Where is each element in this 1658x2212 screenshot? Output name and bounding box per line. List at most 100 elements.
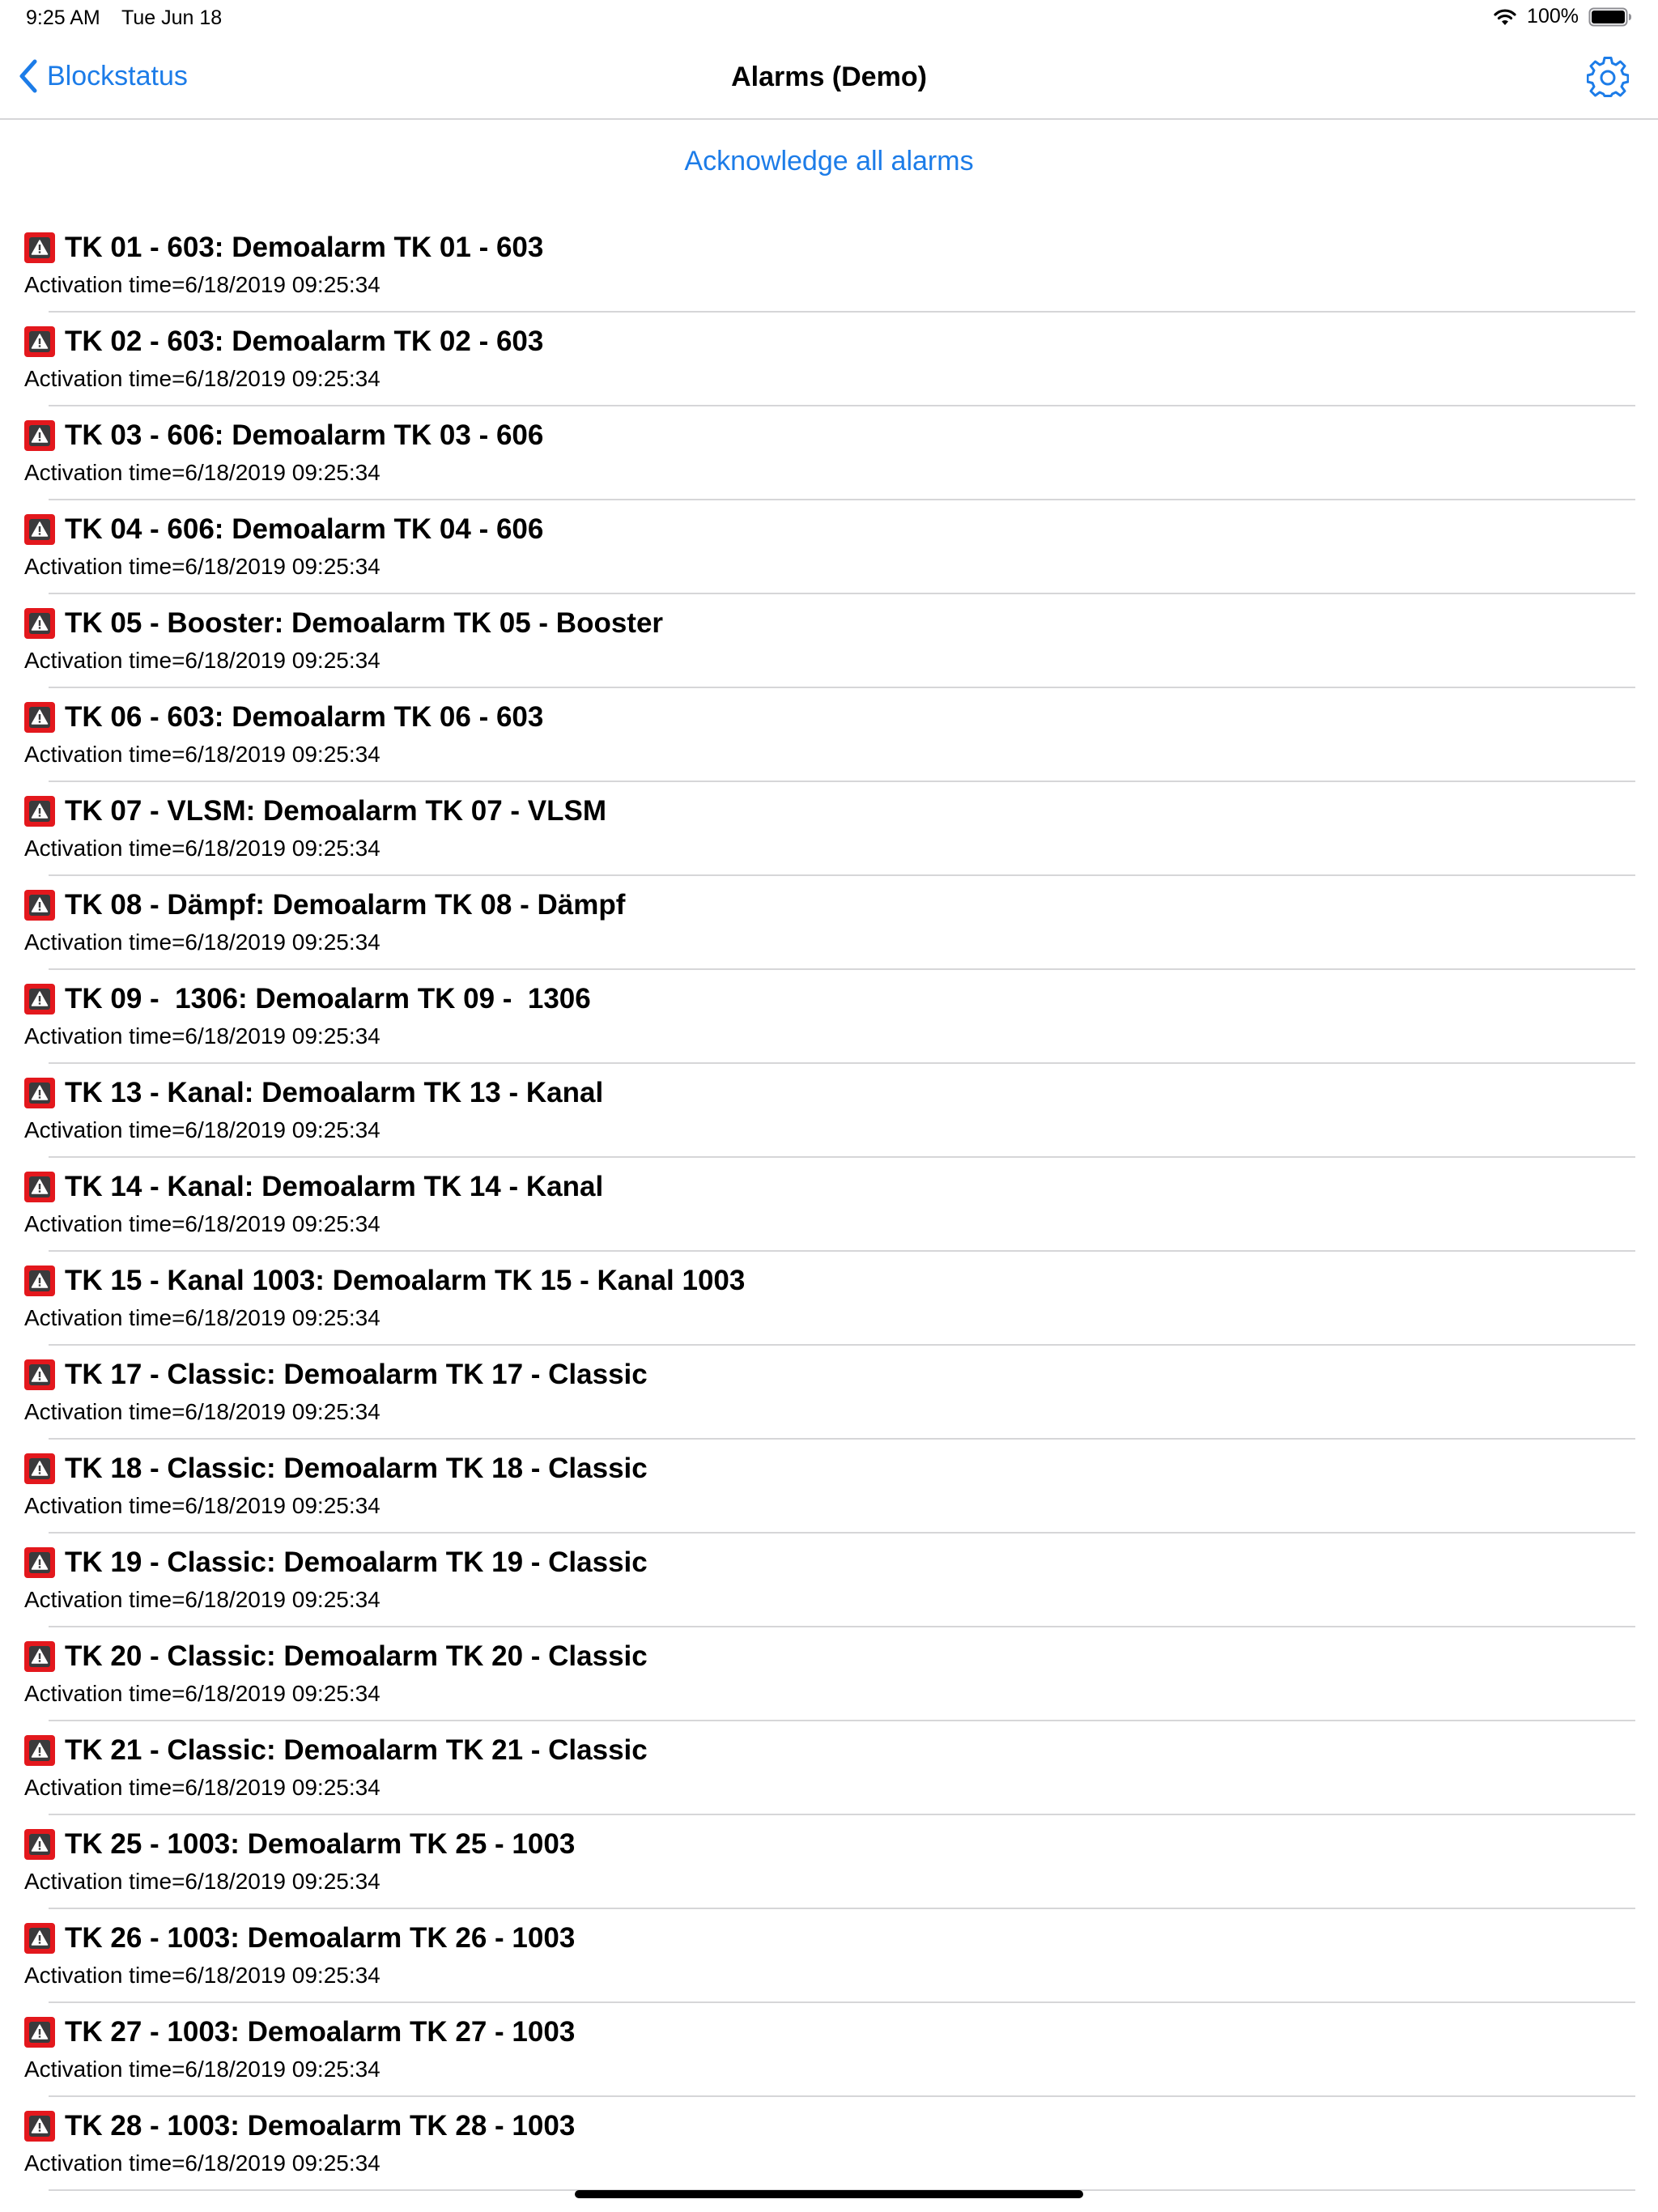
alarm-activation-time: Activation time=6/18/2019 09:25:34: [24, 272, 380, 297]
alarm-title: TK 02 - 603: Demoalarm TK 02 - 603: [65, 325, 544, 357]
alarm-activation-time: Activation time=6/18/2019 09:25:34: [24, 836, 380, 861]
settings-button[interactable]: [1587, 57, 1629, 99]
alarm-row[interactable]: TK 03 - 606: Demoalarm TK 03 - 606 Activa…: [0, 406, 1658, 500]
alarm-title-line: TK 21 - Classic: Demoalarm TK 21 - Class…: [24, 1734, 648, 1767]
alarm-title-line: TK 17 - Classic: Demoalarm TK 17 - Class…: [24, 1359, 648, 1391]
alarm-row[interactable]: TK 17 - Classic: Demoalarm TK 17 - Class…: [0, 1346, 1658, 1440]
alarm-row[interactable]: TK 18 - Classic: Demoalarm TK 18 - Class…: [0, 1440, 1658, 1534]
alarm-title-line: TK 05 - Booster: Demoalarm TK 05 - Boost…: [24, 607, 663, 640]
alarm-activation-time: Activation time=6/18/2019 09:25:34: [24, 1493, 380, 1518]
alarm-row[interactable]: TK 13 - Kanal: Demoalarm TK 13 - Kanal Ac…: [0, 1064, 1658, 1158]
alarm-activation-time: Activation time=6/18/2019 09:25:34: [24, 366, 380, 391]
alarm-title: TK 09 - 1306: Demoalarm TK 09 - 1306: [65, 983, 591, 1015]
status-time: 9:25 AM: [26, 6, 100, 29]
warning-icon: [24, 1453, 55, 1484]
alarm-activation-time: Activation time=6/18/2019 09:25:34: [24, 1869, 380, 1894]
alarm-title-line: TK 04 - 606: Demoalarm TK 04 - 606: [24, 513, 543, 546]
warning-icon: [24, 420, 55, 451]
status-date: Tue Jun 18: [121, 6, 223, 29]
alarm-title-line: TK 28 - 1003: Demoalarm TK 28 - 1003: [24, 2110, 575, 2142]
warning-icon: [24, 2017, 55, 2048]
alarm-activation-time: Activation time=6/18/2019 09:25:34: [24, 1399, 380, 1424]
alarm-title: TK 20 - Classic: Demoalarm TK 20 - Class…: [65, 1640, 648, 1672]
acknowledge-all-container: Acknowledge all alarms: [0, 146, 1658, 177]
alarm-row[interactable]: TK 15 - Kanal 1003: Demoalarm TK 15 - Ka…: [0, 1252, 1658, 1346]
warning-icon: [24, 1266, 55, 1296]
alarm-row[interactable]: TK 21 - Classic: Demoalarm TK 21 - Class…: [0, 1721, 1658, 1815]
alarm-title: TK 01 - 603: Demoalarm TK 01 - 603: [65, 232, 544, 263]
alarm-title-line: TK 19 - Classic: Demoalarm TK 19 - Class…: [24, 1546, 648, 1579]
alarm-activation-time: Activation time=6/18/2019 09:25:34: [24, 1775, 380, 1800]
alarm-row[interactable]: TK 04 - 606: Demoalarm TK 04 - 606 Activa…: [0, 500, 1658, 594]
warning-icon: [24, 890, 55, 921]
alarm-activation-time: Activation time=6/18/2019 09:25:34: [24, 1117, 380, 1142]
navigation-bar: Blockstatus Alarms (Demo): [0, 37, 1658, 120]
warning-icon: [24, 702, 55, 733]
alarm-row[interactable]: TK 06 - 603: Demoalarm TK 06 - 603 Activa…: [0, 688, 1658, 782]
warning-icon: [24, 1547, 55, 1578]
alarm-title-line: TK 26 - 1003: Demoalarm TK 26 - 1003: [24, 1922, 575, 1955]
alarm-activation-time: Activation time=6/18/2019 09:25:34: [24, 648, 380, 673]
alarm-row[interactable]: TK 14 - Kanal: Demoalarm TK 14 - Kanal Ac…: [0, 1158, 1658, 1252]
alarm-activation-time: Activation time=6/18/2019 09:25:34: [24, 554, 380, 579]
alarm-title-line: TK 02 - 603: Demoalarm TK 02 - 603: [24, 325, 543, 358]
alarm-title: TK 26 - 1003: Demoalarm TK 26 - 1003: [65, 1922, 576, 1954]
warning-icon: [24, 2111, 55, 2142]
alarm-title: TK 27 - 1003: Demoalarm TK 27 - 1003: [65, 2016, 576, 2048]
alarm-row[interactable]: TK 01 - 603: Demoalarm TK 01 - 603 Activa…: [0, 219, 1658, 313]
alarm-title-line: TK 08 - Dämpf: Demoalarm TK 08 - Dämpf: [24, 889, 625, 921]
warning-icon: [24, 796, 55, 827]
alarm-title: TK 06 - 603: Demoalarm TK 06 - 603: [65, 701, 544, 733]
alarm-title: TK 28 - 1003: Demoalarm TK 28 - 1003: [65, 2110, 576, 2142]
warning-icon: [24, 1359, 55, 1390]
warning-icon: [24, 1829, 55, 1860]
alarm-title: TK 08 - Dämpf: Demoalarm TK 08 - Dämpf: [65, 889, 626, 921]
battery-percent: 100%: [1527, 5, 1579, 28]
alarm-activation-time: Activation time=6/18/2019 09:25:34: [24, 2150, 380, 2176]
alarm-title: TK 04 - 606: Demoalarm TK 04 - 606: [65, 513, 544, 545]
warning-icon: [24, 1923, 55, 1954]
alarm-row[interactable]: TK 09 - 1306: Demoalarm TK 09 - 1306 Acti…: [0, 970, 1658, 1064]
alarm-title: TK 15 - Kanal 1003: Demoalarm TK 15 - Ka…: [65, 1265, 746, 1296]
warning-icon: [24, 232, 55, 263]
alarm-row[interactable]: TK 27 - 1003: Demoalarm TK 27 - 1003 Acti…: [0, 2003, 1658, 2097]
alarm-row[interactable]: TK 25 - 1003: Demoalarm TK 25 - 1003 Acti…: [0, 1815, 1658, 1909]
alarm-title-line: TK 20 - Classic: Demoalarm TK 20 - Class…: [24, 1640, 648, 1673]
home-indicator[interactable]: [575, 2190, 1083, 2198]
alarm-row[interactable]: TK 08 - Dämpf: Demoalarm TK 08 - Dämpf Ac…: [0, 876, 1658, 970]
alarm-title-line: TK 15 - Kanal 1003: Demoalarm TK 15 - Ka…: [24, 1265, 745, 1297]
alarm-title: TK 07 - VLSM: Demoalarm TK 07 - VLSM: [65, 795, 607, 827]
battery-icon: [1588, 6, 1632, 28]
alarm-title: TK 17 - Classic: Demoalarm TK 17 - Class…: [65, 1359, 648, 1390]
alarm-activation-time: Activation time=6/18/2019 09:25:34: [24, 742, 380, 767]
alarm-title: TK 18 - Classic: Demoalarm TK 18 - Class…: [65, 1453, 648, 1484]
wifi-icon: [1493, 7, 1517, 27]
alarm-title-line: TK 01 - 603: Demoalarm TK 01 - 603: [24, 232, 543, 264]
alarm-row[interactable]: TK 26 - 1003: Demoalarm TK 26 - 1003 Acti…: [0, 1909, 1658, 2003]
alarm-row[interactable]: TK 05 - Booster: Demoalarm TK 05 - Boost…: [0, 594, 1658, 688]
alarm-row[interactable]: TK 02 - 603: Demoalarm TK 02 - 603 Activa…: [0, 313, 1658, 406]
warning-icon: [24, 514, 55, 545]
alarm-title-line: TK 14 - Kanal: Demoalarm TK 14 - Kanal: [24, 1171, 603, 1203]
page-title: Alarms (Demo): [731, 62, 927, 92]
alarm-activation-time: Activation time=6/18/2019 09:25:34: [24, 1023, 380, 1049]
alarm-activation-time: Activation time=6/18/2019 09:25:34: [24, 1305, 380, 1330]
alarm-list: TK 01 - 603: Demoalarm TK 01 - 603 Activa…: [0, 219, 1658, 2191]
alarm-title-line: TK 07 - VLSM: Demoalarm TK 07 - VLSM: [24, 795, 606, 827]
alarm-title: TK 03 - 606: Demoalarm TK 03 - 606: [65, 419, 544, 451]
status-bar: 9:25 AM Tue Jun 18 100%: [0, 0, 1658, 37]
warning-icon: [24, 1172, 55, 1202]
warning-icon: [24, 1641, 55, 1672]
warning-icon: [24, 326, 55, 357]
alarm-activation-time: Activation time=6/18/2019 09:25:34: [24, 929, 380, 955]
alarm-row[interactable]: TK 19 - Classic: Demoalarm TK 19 - Class…: [0, 1534, 1658, 1627]
alarm-title-line: TK 27 - 1003: Demoalarm TK 27 - 1003: [24, 2016, 575, 2048]
gear-icon: [1587, 57, 1629, 99]
alarm-activation-time: Activation time=6/18/2019 09:25:34: [24, 1963, 380, 1988]
alarm-row[interactable]: TK 07 - VLSM: Demoalarm TK 07 - VLSM Acti…: [0, 782, 1658, 876]
acknowledge-all-button[interactable]: Acknowledge all alarms: [684, 146, 973, 177]
warning-icon: [24, 984, 55, 1015]
alarm-row[interactable]: TK 28 - 1003: Demoalarm TK 28 - 1003 Acti…: [0, 2097, 1658, 2191]
alarm-title-line: TK 09 - 1306: Demoalarm TK 09 - 1306: [24, 983, 591, 1015]
alarm-row[interactable]: TK 20 - Classic: Demoalarm TK 20 - Class…: [0, 1627, 1658, 1721]
